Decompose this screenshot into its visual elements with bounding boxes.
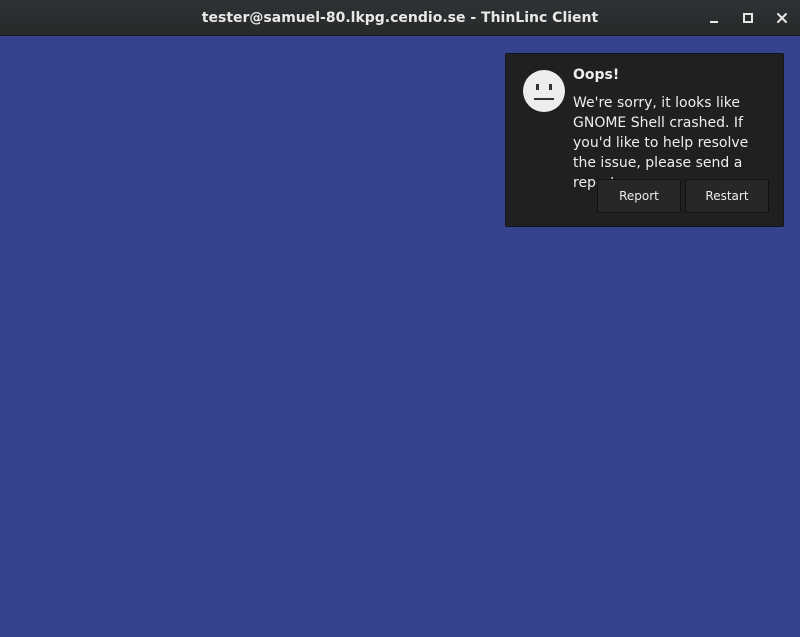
close-icon [777, 13, 787, 23]
close-button[interactable] [770, 6, 794, 30]
sad-face-icon [523, 70, 565, 112]
maximize-icon [743, 13, 753, 23]
notification-title: Oops! [573, 67, 620, 83]
window-title: tester@samuel-80.lkpg.cendio.se - ThinLi… [201, 10, 599, 26]
maximize-button[interactable] [736, 6, 760, 30]
minimize-button[interactable] [702, 6, 726, 30]
thinlinc-client-window: tester@samuel-80.lkpg.cendio.se - ThinLi… [0, 0, 800, 637]
crash-notification: Oops! We're sorry, it looks like GNOME S… [505, 53, 784, 227]
minimize-icon [710, 21, 718, 23]
report-button[interactable]: Report [597, 179, 681, 213]
restart-button[interactable]: Restart [685, 179, 769, 213]
title-bar[interactable]: tester@samuel-80.lkpg.cendio.se - ThinLi… [0, 0, 800, 36]
notification-message: We're sorry, it looks like GNOME Shell c… [573, 95, 749, 191]
